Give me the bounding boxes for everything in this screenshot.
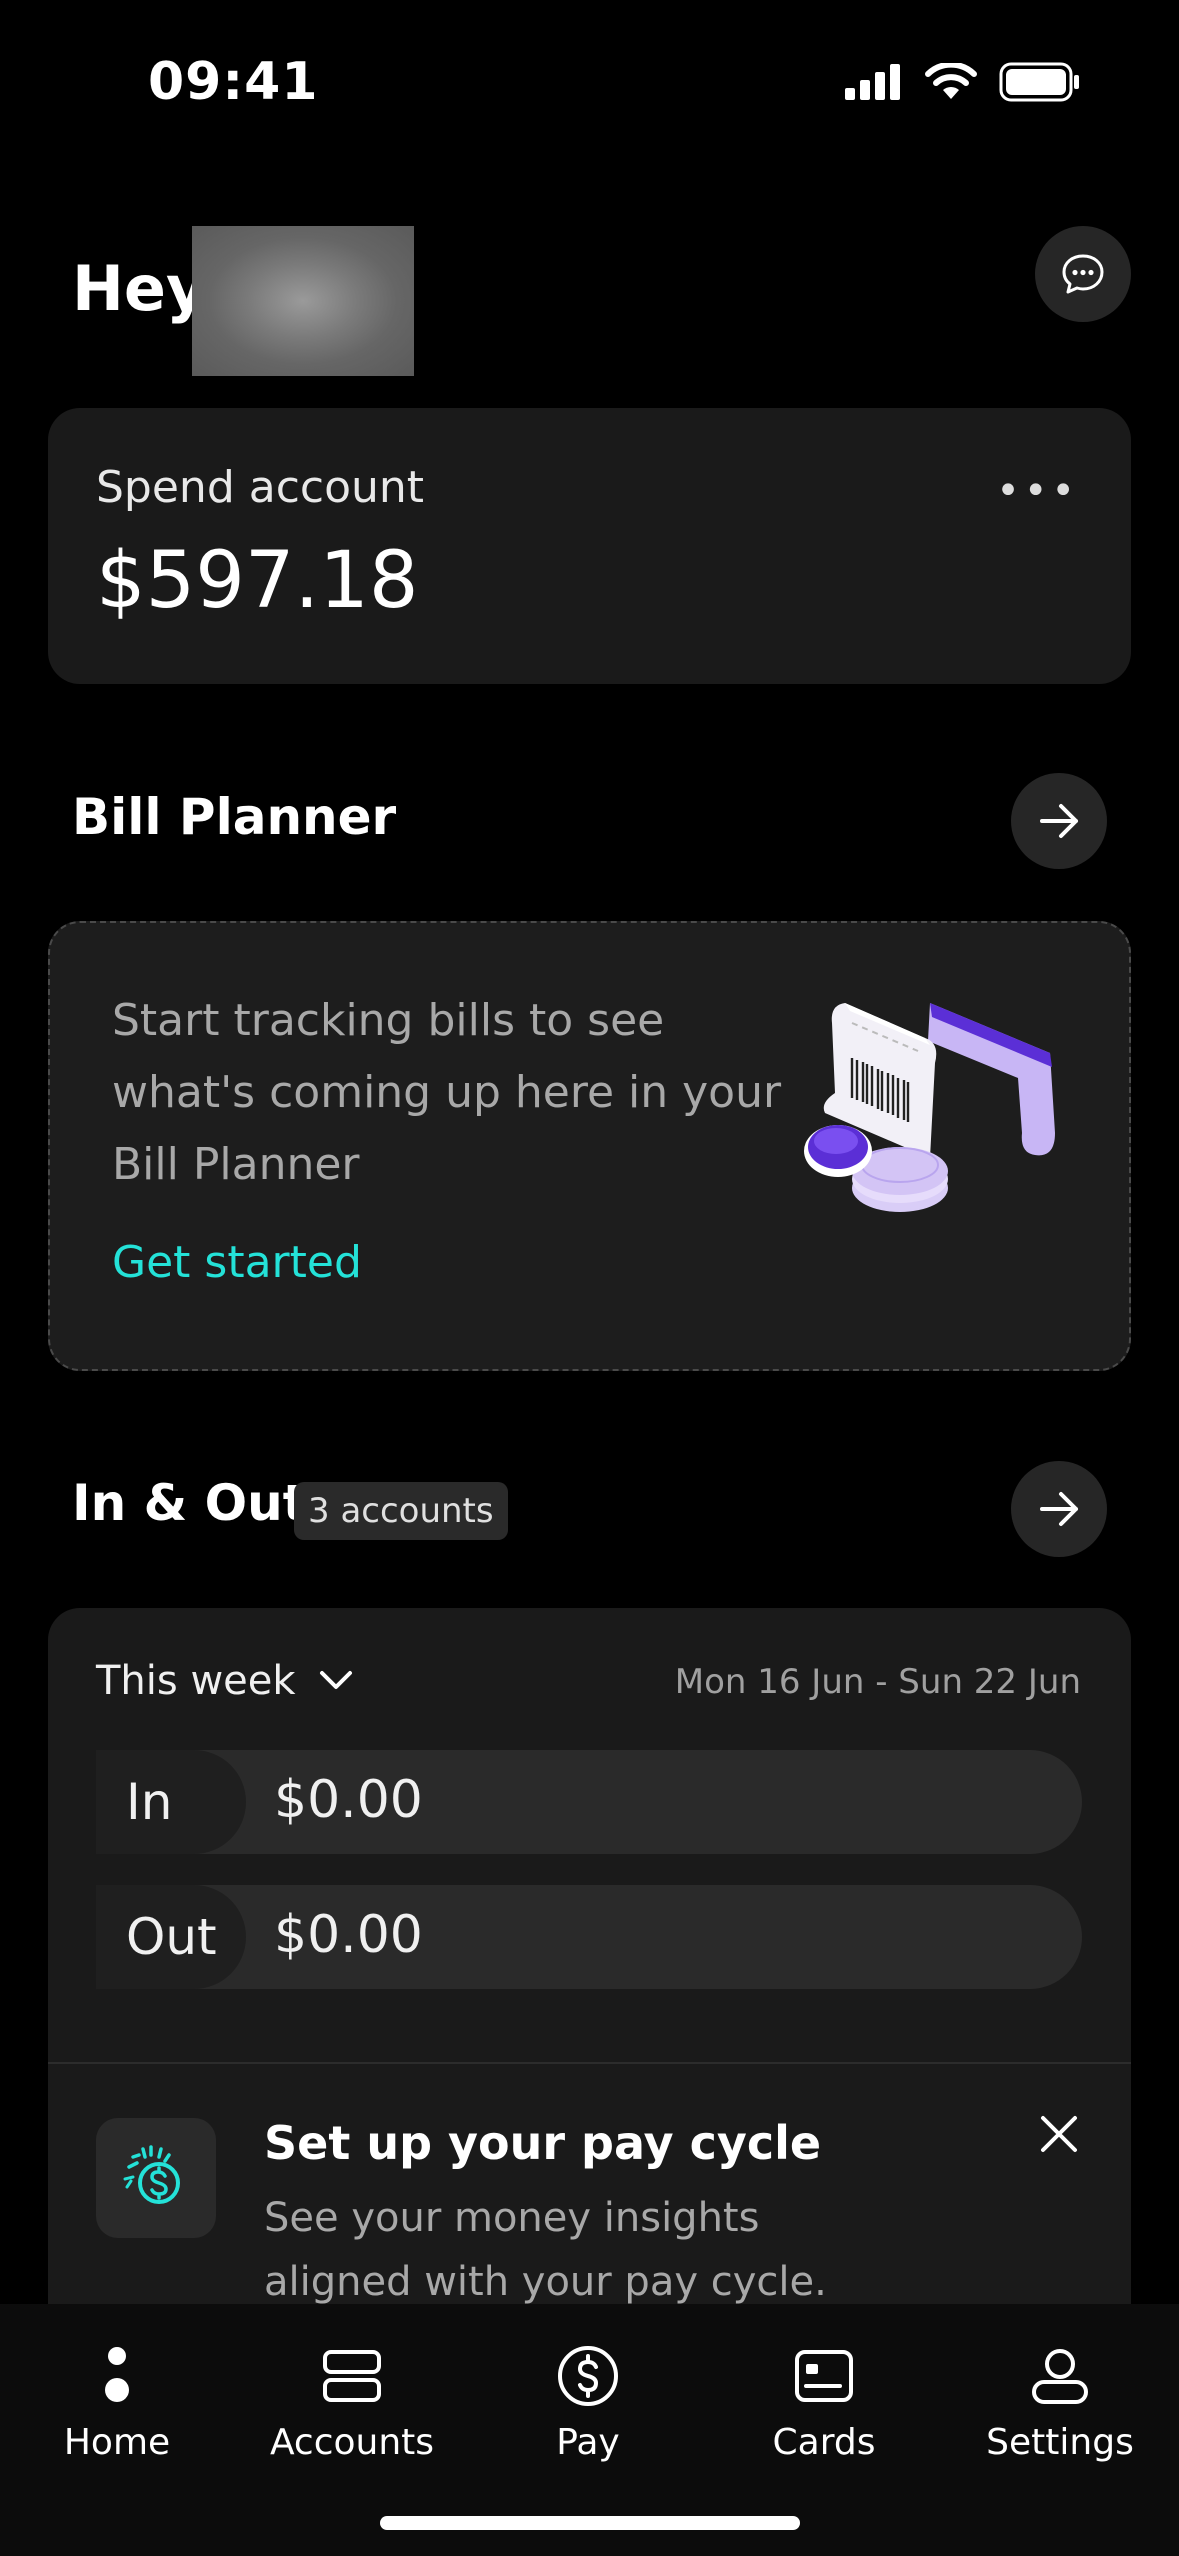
bill-planner-arrow-button[interactable] xyxy=(1011,773,1107,869)
chat-button[interactable] xyxy=(1035,226,1131,322)
home-dot-icon xyxy=(105,2347,129,2402)
pay-cycle-description: See your money insights aligned with you… xyxy=(264,2195,827,2305)
period-dropdown[interactable]: This week xyxy=(96,1658,354,1704)
status-icons xyxy=(845,62,1081,102)
tab-label-home: Home xyxy=(63,2422,171,2463)
dollar-circle-icon xyxy=(558,2346,618,2406)
bill-planner-card: Start tracking bills to see what's comin… xyxy=(48,921,1131,1371)
greeting-text: Hey xyxy=(72,252,207,325)
tab-home[interactable]: Home xyxy=(17,2344,217,2463)
wifi-icon xyxy=(925,63,977,99)
tab-label-pay: Pay xyxy=(556,2422,620,2463)
chat-bubble-icon xyxy=(1062,254,1104,294)
card-icon xyxy=(795,2350,853,2402)
arrow-right-icon xyxy=(1040,804,1078,838)
tab-cards[interactable]: Cards xyxy=(724,2344,924,2463)
spend-account-balance: $597.18 xyxy=(96,536,419,626)
home-indicator xyxy=(380,2516,800,2530)
cellular-signal-icon xyxy=(845,64,900,100)
blurred-user-name xyxy=(192,226,414,376)
date-range: Mon 16 Jun - Sun 22 Jun xyxy=(674,1662,1081,1702)
accounts-count-badge: 3 accounts xyxy=(294,1482,508,1540)
in-out-arrow-button[interactable] xyxy=(1011,1461,1107,1557)
in-row: In $0.00 xyxy=(96,1750,1082,1854)
in-out-title: In & Out xyxy=(72,1474,307,1532)
out-row: Out $0.00 xyxy=(96,1885,1082,1989)
pay-cycle-title: Set up your pay cycle xyxy=(264,2116,822,2170)
tab-pay[interactable]: Pay xyxy=(488,2344,688,2463)
spend-account-card[interactable]: Spend account $597.18 ••• xyxy=(48,408,1131,684)
tab-settings[interactable]: Settings xyxy=(960,2344,1160,2463)
status-time: 09:41 xyxy=(148,52,319,112)
dollar-sparkle-icon xyxy=(123,2145,180,2204)
get-started-link[interactable]: Get started xyxy=(112,1237,362,1288)
in-label: In xyxy=(96,1750,246,1854)
chevron-down-icon xyxy=(319,1671,352,1689)
spend-account-label: Spend account xyxy=(96,462,425,513)
battery-icon xyxy=(999,62,1079,102)
more-options-icon[interactable]: ••• xyxy=(996,468,1079,514)
bill-planner-message: Start tracking bills to see what's comin… xyxy=(112,995,782,1190)
out-label: Out xyxy=(96,1885,246,1989)
in-amount: $0.00 xyxy=(274,1770,423,1830)
pay-cycle-icon-box xyxy=(96,2118,216,2238)
bill-planner-title: Bill Planner xyxy=(72,788,397,846)
tab-accounts[interactable]: Accounts xyxy=(252,2344,452,2463)
tab-label-cards: Cards xyxy=(772,2422,876,2463)
close-button[interactable] xyxy=(1039,2114,1079,2158)
tab-label-settings: Settings xyxy=(986,2422,1134,2463)
bill-coins-illustration xyxy=(804,1003,1055,1212)
divider xyxy=(48,2062,1131,2064)
person-icon xyxy=(1032,2349,1088,2404)
period-label: This week xyxy=(96,1658,296,1704)
tab-label-accounts: Accounts xyxy=(269,2422,435,2463)
arrow-right-icon xyxy=(1040,1492,1078,1526)
accounts-icon xyxy=(323,2350,381,2402)
close-icon xyxy=(1041,2116,1077,2152)
out-amount: $0.00 xyxy=(274,1905,423,1965)
in-out-card: This week Mon 16 Jun - Sun 22 Jun In $0.… xyxy=(48,1608,1131,2308)
